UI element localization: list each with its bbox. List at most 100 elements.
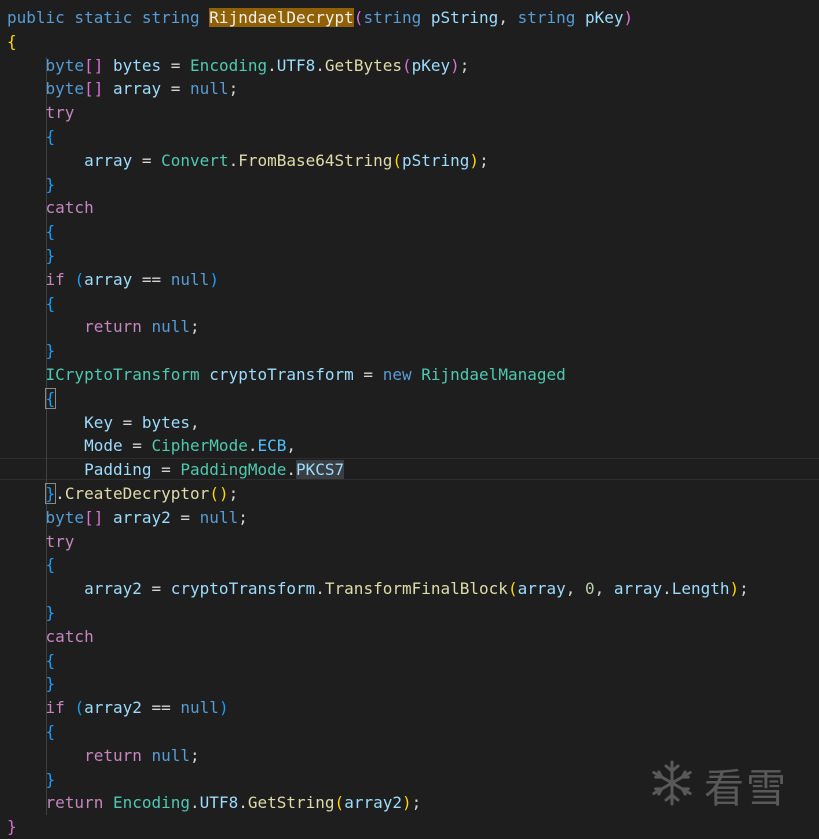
code-token: . bbox=[662, 579, 672, 599]
code-line[interactable]: } bbox=[7, 339, 56, 363]
code-line[interactable]: return null; bbox=[7, 744, 200, 768]
code-token: array2 bbox=[84, 698, 142, 718]
code-token: = bbox=[141, 579, 171, 599]
watermark: 看雪 bbox=[648, 755, 788, 815]
code-line[interactable]: { bbox=[7, 292, 56, 316]
code-line[interactable]: byte[] bytes = Encoding.UTF8.GetBytes(pK… bbox=[7, 54, 470, 78]
code-line[interactable]: { bbox=[7, 125, 56, 149]
code-line[interactable]: Key = bytes, bbox=[7, 411, 200, 435]
code-token: new bbox=[382, 365, 412, 384]
code-line[interactable]: Mode = CipherMode.ECB, bbox=[7, 434, 296, 458]
code-line[interactable]: try bbox=[7, 530, 75, 554]
code-token: ) bbox=[209, 269, 219, 289]
code-line[interactable]: { bbox=[7, 30, 17, 54]
code-line[interactable]: ICryptoTransform cryptoTransform = new R… bbox=[7, 363, 566, 387]
code-token: Mode bbox=[84, 436, 123, 456]
code-token: array bbox=[84, 269, 133, 289]
code-token: CreateDecryptor bbox=[64, 484, 210, 503]
code-line[interactable]: } bbox=[7, 672, 56, 696]
code-token: } bbox=[45, 341, 56, 361]
code-token: ( bbox=[334, 793, 345, 813]
code-token: array bbox=[84, 150, 133, 170]
watermark-text: 看雪 bbox=[704, 766, 788, 812]
code-token: null bbox=[151, 745, 191, 765]
code-line[interactable]: { bbox=[7, 387, 57, 411]
code-token: Key bbox=[84, 412, 113, 432]
code-token: = bbox=[112, 412, 142, 432]
code-line[interactable]: }.CreateDecryptor(); bbox=[7, 482, 238, 506]
code-line[interactable]: } bbox=[7, 815, 17, 839]
code-line[interactable]: try bbox=[7, 101, 75, 125]
code-token: ( bbox=[392, 150, 402, 170]
code-line[interactable]: array2 = cryptoTransform.TransformFinalB… bbox=[7, 577, 749, 601]
code-line[interactable]: public static string RijndaelDecrypt(str… bbox=[7, 6, 633, 30]
code-line[interactable]: catch bbox=[7, 625, 94, 649]
code-editor[interactable]: public static string RijndaelDecrypt(str… bbox=[0, 0, 819, 837]
code-token: if bbox=[45, 269, 65, 289]
code-line[interactable]: } bbox=[7, 173, 56, 197]
code-token: ; bbox=[479, 150, 489, 170]
code-line[interactable]: array = Convert.FromBase64String(pString… bbox=[7, 149, 489, 173]
code-token: 0 bbox=[585, 579, 595, 599]
code-token: ( bbox=[507, 579, 518, 599]
code-token: { bbox=[45, 722, 56, 741]
code-line[interactable]: byte[] array2 = null; bbox=[7, 506, 248, 530]
code-token: if bbox=[45, 698, 65, 718]
code-line[interactable]: return Encoding.UTF8.GetString(array2); bbox=[7, 791, 422, 815]
code-token: return bbox=[84, 317, 142, 337]
code-token: public static string bbox=[7, 8, 210, 27]
code-token: { bbox=[45, 650, 56, 670]
code-line[interactable]: if (array == null) bbox=[7, 268, 219, 292]
code-token: ; bbox=[228, 79, 239, 99]
code-token: return bbox=[84, 745, 142, 765]
code-token: } bbox=[45, 674, 56, 694]
code-line[interactable]: if (array2 == null) bbox=[7, 696, 229, 720]
code-token: null bbox=[170, 269, 210, 289]
code-line[interactable]: { bbox=[7, 649, 56, 673]
code-token: ) bbox=[729, 579, 740, 599]
code-line[interactable]: } bbox=[7, 601, 56, 625]
code-line[interactable]: Padding = PaddingMode.PKCS7 bbox=[7, 458, 345, 482]
code-token: ; bbox=[411, 793, 422, 813]
code-token: ) bbox=[450, 55, 460, 75]
code-token: ) bbox=[469, 150, 480, 170]
code-line[interactable]: byte[] array = null; bbox=[7, 77, 239, 101]
code-line[interactable]: return null; bbox=[7, 315, 200, 339]
code-token: [] bbox=[84, 79, 104, 99]
code-line[interactable]: { bbox=[7, 720, 56, 744]
code-line[interactable]: } bbox=[7, 768, 56, 792]
code-token: ICryptoTransform bbox=[45, 365, 200, 384]
code-token: ; bbox=[739, 579, 749, 599]
code-token: , bbox=[498, 8, 518, 27]
code-token: pKey bbox=[585, 8, 624, 27]
code-token: . bbox=[190, 793, 200, 813]
code-token: array bbox=[517, 579, 566, 599]
code-token: byte bbox=[45, 507, 85, 527]
code-line[interactable]: catch bbox=[7, 196, 94, 220]
code-token: . bbox=[315, 579, 325, 599]
code-token: = bbox=[353, 365, 383, 384]
code-line[interactable]: { bbox=[7, 553, 56, 577]
code-line[interactable]: } bbox=[7, 244, 56, 268]
code-token: ( bbox=[74, 698, 85, 718]
code-token: pKey bbox=[411, 55, 451, 75]
code-token: = bbox=[161, 55, 191, 75]
code-line[interactable]: { bbox=[7, 220, 56, 244]
